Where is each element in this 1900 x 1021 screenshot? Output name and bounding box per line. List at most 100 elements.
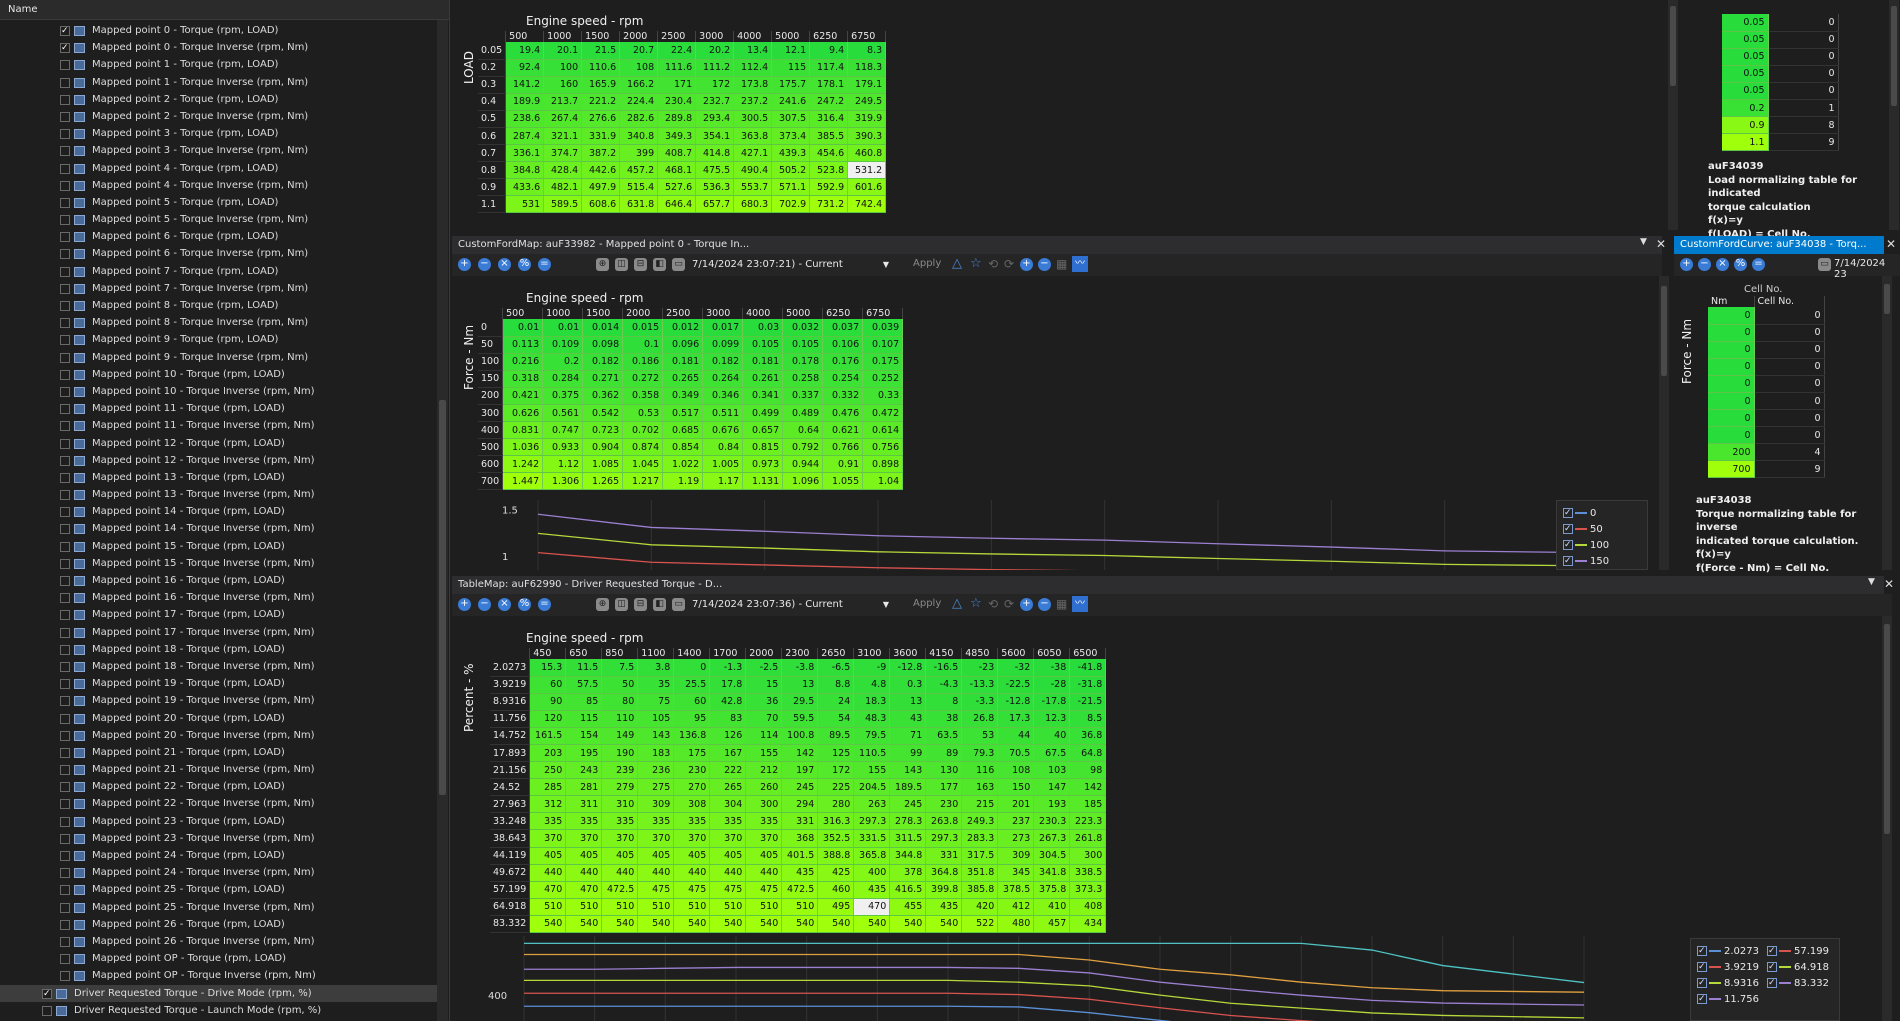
tree-checkbox[interactable]	[60, 954, 70, 965]
grid-cell[interactable]: 0.517	[662, 404, 704, 423]
grid-cell[interactable]: 4	[1754, 443, 1825, 462]
equals-icon[interactable]: =	[1752, 258, 1765, 271]
legend-item[interactable]: 8.9316	[1697, 976, 1759, 991]
grid-row-header[interactable]: 150	[478, 370, 504, 388]
legend-item[interactable]: 83.332	[1767, 976, 1829, 991]
grid-cell[interactable]: 0	[1708, 375, 1755, 393]
grid-cell[interactable]: 540	[781, 915, 819, 934]
grid-cell[interactable]: 321.1	[543, 127, 583, 146]
grid-cell[interactable]: 0.792	[782, 438, 824, 457]
tree-checkbox[interactable]	[60, 833, 70, 844]
tree-checkbox[interactable]	[60, 679, 70, 690]
grid-cell[interactable]: 0.096	[662, 336, 704, 354]
grid-cell[interactable]: 370	[565, 829, 603, 848]
grid-cell[interactable]: 0.723	[582, 421, 624, 440]
tree-checkbox[interactable]	[60, 576, 70, 586]
tree-item[interactable]: Mapped point 12 - Torque Inverse (rpm, N…	[0, 452, 437, 469]
grid-cell[interactable]: 0.182	[582, 353, 624, 371]
grid-cell[interactable]: 142	[1069, 778, 1107, 797]
grid-cell[interactable]: 204.5	[853, 778, 891, 797]
grid-cell[interactable]: 0.874	[622, 438, 664, 457]
grid-row-header[interactable]: 300	[478, 404, 504, 423]
tree-checkbox[interactable]	[60, 404, 70, 415]
grid-cell[interactable]: 115	[565, 710, 603, 728]
grid-cell[interactable]: 414.8	[695, 144, 735, 163]
grid-cell[interactable]: 136.8	[673, 727, 711, 745]
grid-cell[interactable]: 230.4	[657, 93, 697, 111]
grid-cell[interactable]: 0.64	[782, 421, 824, 440]
legend-item[interactable]: 2.0273	[1697, 944, 1759, 959]
grid-col-header[interactable]: 6750	[862, 308, 904, 319]
grid-cell[interactable]: 8.3	[847, 42, 887, 60]
tree-item[interactable]: Mapped point 17 - Torque Inverse (rpm, N…	[0, 624, 437, 641]
grid-cell[interactable]: 0.05	[1722, 14, 1769, 32]
bottom-close-icon[interactable]: ✕	[1884, 577, 1894, 591]
tree-item[interactable]: Mapped point 11 - Torque Inverse (rpm, N…	[0, 417, 437, 434]
grid-cell[interactable]: 0	[1754, 358, 1825, 376]
grid-cell[interactable]: 300.5	[733, 110, 773, 128]
mid-scroll-thumb[interactable]	[1661, 286, 1667, 376]
top-scrollbar[interactable]	[1668, 0, 1678, 230]
grid-row-header[interactable]: 8.9316	[490, 693, 531, 711]
grid-cell[interactable]: 1.19	[662, 472, 704, 491]
grid-cell[interactable]: 50	[601, 676, 639, 694]
grid-cell[interactable]: 3.8	[637, 659, 675, 677]
half-icon[interactable]: ◧	[653, 598, 666, 611]
grid-cell[interactable]: 230	[673, 761, 711, 780]
grid-cell[interactable]: 700	[1708, 460, 1755, 479]
chart-view-icon[interactable]: 〰	[1072, 596, 1088, 612]
grid-cell[interactable]: 178.1	[809, 76, 849, 94]
tree-item[interactable]: Mapped point 18 - Torque Inverse (rpm, N…	[0, 658, 437, 675]
tree-item[interactable]: Mapped point 21 - Torque (rpm, LOAD)	[0, 744, 437, 761]
grid-cell[interactable]: 472.5	[601, 881, 639, 899]
legend-item[interactable]: 11.756	[1697, 992, 1759, 1007]
legend-item[interactable]: 50	[1563, 522, 1603, 537]
grid-cell[interactable]: 281	[565, 778, 603, 797]
grid-cell[interactable]: 510	[529, 898, 567, 916]
grid-cell[interactable]: 175.7	[771, 76, 811, 94]
grid-cell[interactable]: 155	[745, 744, 783, 763]
tree-item[interactable]: Mapped point 14 - Torque (rpm, LOAD)	[0, 503, 437, 520]
grid-cell[interactable]: 0	[1754, 324, 1825, 342]
grid-cell[interactable]: 111.2	[695, 59, 735, 77]
grid-cell[interactable]: 142	[781, 744, 819, 763]
tree-item[interactable]: Driver Requested Torque - Drive Mode (rp…	[0, 984, 437, 1003]
subtract-icon[interactable]: −	[478, 258, 491, 271]
grid-cell[interactable]: 36	[745, 693, 783, 711]
grid-cell[interactable]: 15.3	[529, 659, 567, 677]
grid-cell[interactable]: 8	[1768, 116, 1839, 135]
grid-cell[interactable]: 331.9	[581, 127, 621, 146]
grid-col-header[interactable]: 3600	[889, 648, 927, 659]
grid-col-header[interactable]: 4000	[733, 31, 773, 42]
tree-item[interactable]: Mapped point 2 - Torque Inverse (rpm, Nm…	[0, 108, 437, 125]
grid-col-header[interactable]: 4850	[961, 648, 999, 659]
tree-item[interactable]: Mapped point 21 - Torque Inverse (rpm, N…	[0, 761, 437, 778]
legend-checkbox[interactable]	[1563, 554, 1573, 568]
grid-cell[interactable]: 0.9	[1722, 116, 1769, 135]
grid-cell[interactable]: 13	[781, 676, 819, 694]
tree-checkbox[interactable]	[60, 249, 70, 260]
triangle-icon[interactable]: △	[952, 256, 962, 271]
grid-cell[interactable]: 349.3	[657, 127, 697, 146]
tree-item[interactable]: Mapped point OP - Torque (rpm, LOAD)	[0, 950, 437, 967]
grid-col-header[interactable]: 6750	[847, 31, 887, 42]
grid-cell[interactable]: 64.8	[1069, 744, 1107, 763]
grid-cell[interactable]: 13.4	[733, 42, 773, 60]
grid-cell[interactable]: 553.7	[733, 178, 773, 197]
tree-checkbox[interactable]	[60, 971, 70, 982]
grid-cell[interactable]: 317.5	[961, 847, 999, 865]
right-top-grid[interactable]: 0.05 0 0.05 0 0.05 0 0.05 0 0.05 0 0.2 1 0.9 8 1.1 9	[1722, 14, 1839, 152]
tree-item[interactable]: Mapped point 15 - Torque (rpm, LOAD)	[0, 538, 437, 555]
grid-row-header[interactable]: 33.248	[490, 812, 531, 831]
grid-cell[interactable]: 1.085	[582, 455, 624, 474]
grid-cell[interactable]: 433.6	[505, 178, 545, 197]
grid-cell[interactable]: 99	[889, 744, 927, 763]
row-icon[interactable]: ⊟	[634, 598, 647, 611]
add-icon[interactable]: +	[458, 258, 471, 271]
grid-cell[interactable]: 331	[925, 847, 963, 865]
grid-cell[interactable]: 0.032	[782, 319, 824, 337]
grid-row-header[interactable]: 0.2	[478, 59, 507, 77]
grid-cell[interactable]: 338.5	[1069, 864, 1107, 882]
legend-checkbox[interactable]	[1767, 976, 1777, 990]
grid-cell[interactable]: 536.3	[695, 178, 735, 197]
